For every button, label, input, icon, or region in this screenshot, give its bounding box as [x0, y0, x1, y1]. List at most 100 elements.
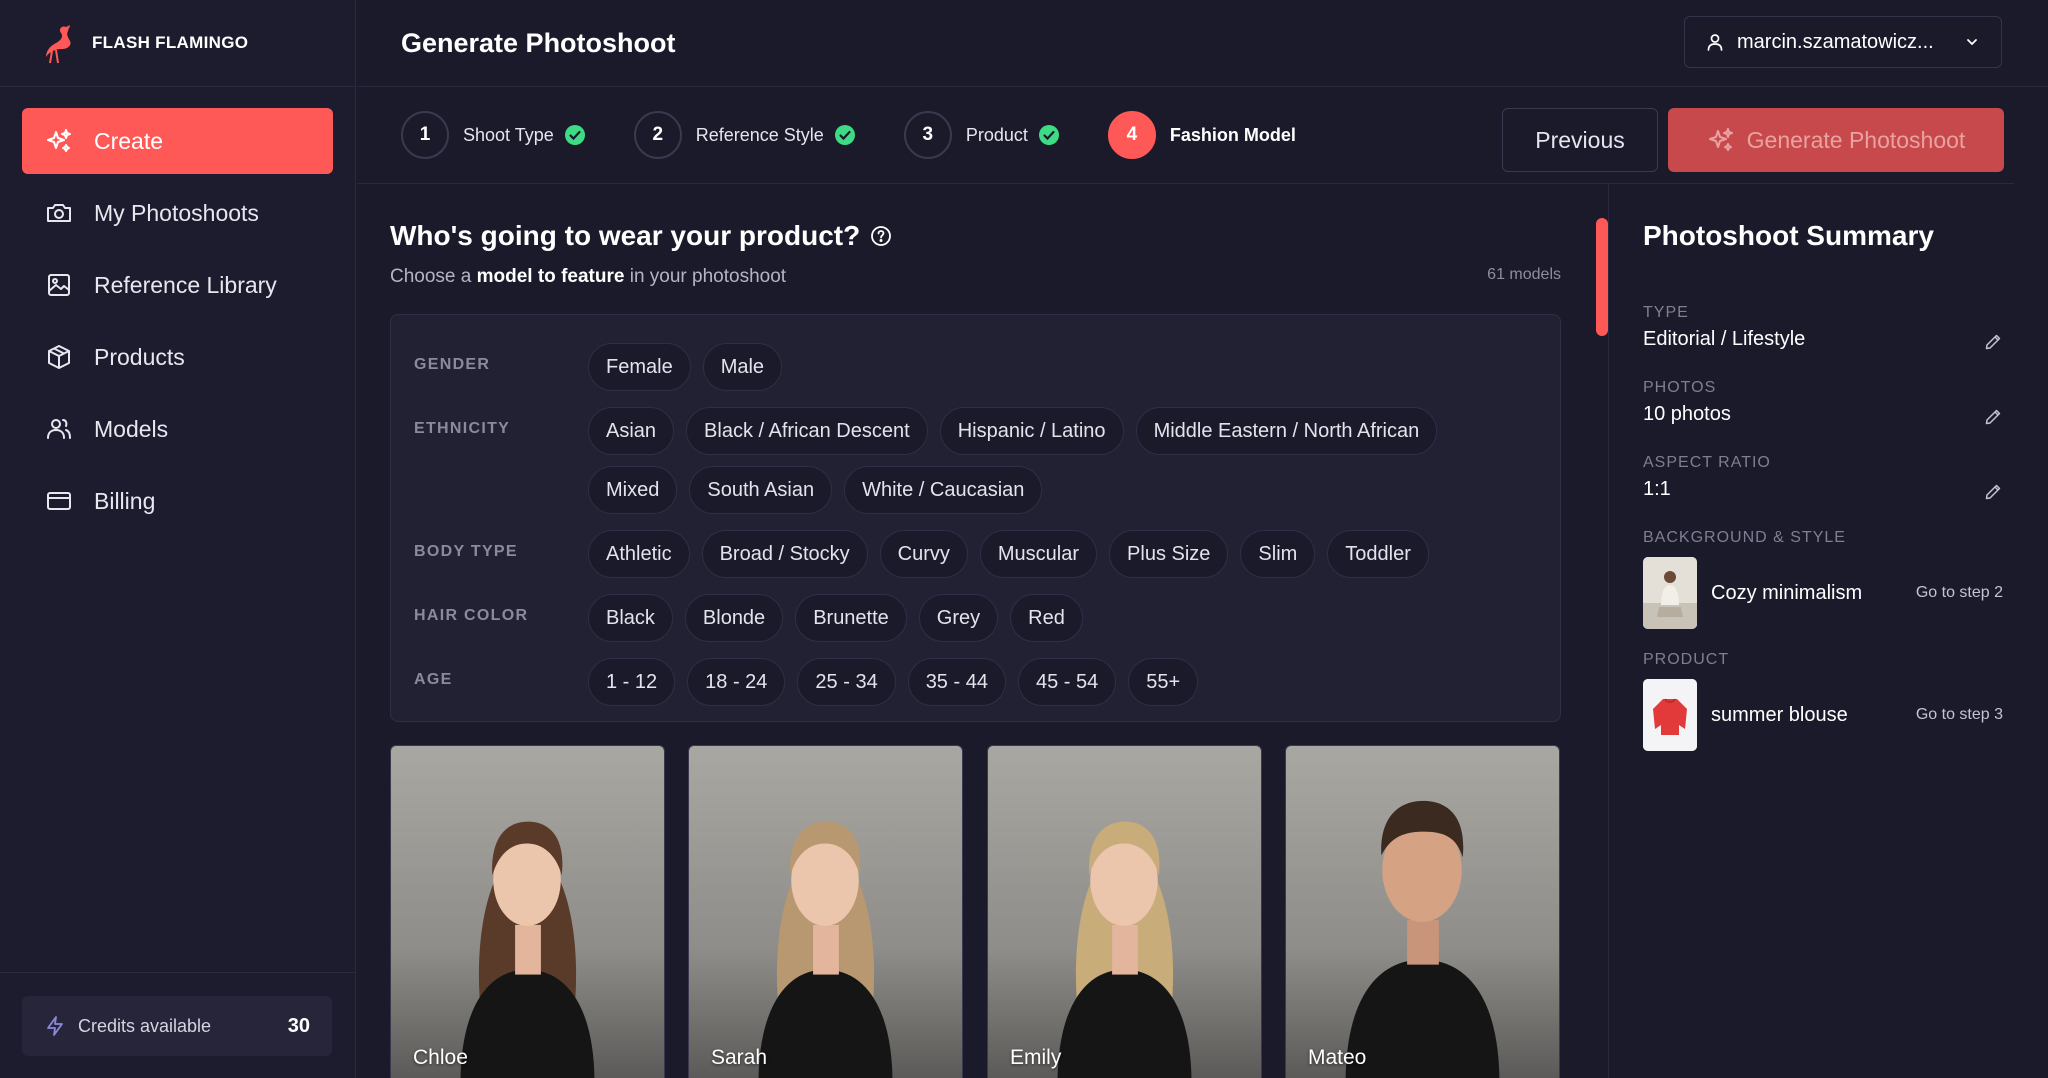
brand[interactable]: FLASH FLAMINGO	[0, 0, 355, 87]
sidebar-item-label: Create	[94, 127, 164, 154]
sidebar-item-create[interactable]: Create	[22, 108, 333, 174]
edit-pencil-icon[interactable]	[1983, 332, 2003, 352]
sidebar-item-label: Billing	[94, 487, 156, 514]
filter-chip[interactable]: Mixed	[588, 466, 678, 514]
filter-chip[interactable]: 35 - 44	[907, 658, 1006, 706]
edit-pencil-icon[interactable]	[1983, 407, 2003, 427]
background-name: Cozy minimalism	[1711, 581, 1863, 604]
image-icon	[44, 270, 74, 300]
sidebar-item-label: Models	[94, 415, 169, 442]
subtitle-emphasis: model to feature	[476, 266, 625, 287]
flamingo-logo-icon	[46, 25, 71, 64]
chip-group: Asian Black / African Descent Hispanic / L…	[588, 407, 1538, 525]
filter-chip[interactable]: Grey	[918, 594, 999, 642]
filter-chip[interactable]: Female	[588, 343, 691, 391]
summary-label: PRODUCT	[1643, 651, 1730, 668]
model-name: Chloe	[413, 1046, 468, 1069]
filter-chip[interactable]: Asian	[588, 407, 675, 455]
lightning-icon	[47, 1016, 63, 1036]
step-label: Reference Style	[695, 124, 824, 145]
filter-chip[interactable]: 45 - 54	[1017, 658, 1117, 706]
model-card[interactable]: Sarah	[688, 745, 963, 1078]
step-product[interactable]: 3 Product	[903, 111, 1060, 159]
filter-chip[interactable]: Black	[588, 594, 673, 642]
step-label: Shoot Type	[463, 124, 554, 145]
summary-label: ASPECT RATIO	[1643, 454, 1771, 471]
sidebar-item-billing[interactable]: Billing	[22, 468, 333, 534]
step-fashion-model[interactable]: 4 Fashion Model	[1107, 111, 1306, 159]
model-name: Mateo	[1308, 1046, 1367, 1069]
filter-chip[interactable]: Male	[702, 343, 783, 391]
filter-chip[interactable]: 1 - 12	[588, 658, 676, 706]
chip-group: Athletic Broad / Stocky Curvy Muscular Plus …	[588, 530, 1538, 589]
top-bar: Generate Photoshoot marcin.szamatowicz..…	[357, 0, 2048, 87]
step-number: 1	[401, 111, 449, 159]
filter-chip[interactable]: White / Caucasian	[844, 466, 1043, 514]
sidebar-item-reference-library[interactable]: Reference Library	[22, 252, 333, 318]
filter-chip[interactable]: Red	[1010, 594, 1083, 642]
credits-count: 30	[287, 1014, 310, 1037]
edit-pencil-icon[interactable]	[1983, 482, 2003, 502]
background-thumbnail-image	[1643, 557, 1697, 629]
help-circle-icon[interactable]	[870, 225, 892, 247]
filter-chip[interactable]: South Asian	[689, 466, 833, 514]
chevron-down-icon	[1967, 39, 1977, 46]
go-to-step-3-link[interactable]: Go to step 3	[1916, 706, 2003, 724]
filter-chip[interactable]: Broad / Stocky	[701, 530, 868, 578]
summary-product: PRODUCT summer blouse Go to step 3	[1643, 651, 2003, 751]
step-label: Product	[965, 124, 1028, 145]
filter-chip[interactable]: Brunette	[795, 594, 907, 642]
filter-chip[interactable]: Plus Size	[1109, 530, 1229, 578]
user-icon	[1707, 34, 1723, 51]
credits-box[interactable]: Credits available 30	[22, 996, 332, 1056]
generate-label: Generate Photoshoot	[1746, 126, 1966, 153]
filter-chip[interactable]: Curvy	[879, 530, 968, 578]
filter-chip[interactable]: Toddler	[1327, 530, 1429, 578]
generate-photoshoot-button[interactable]: Generate Photoshoot	[1668, 108, 2004, 172]
filter-label: BODY TYPE	[414, 543, 518, 560]
sidebar-item-products[interactable]: Products	[22, 324, 333, 390]
model-card[interactable]: Chloe	[390, 745, 665, 1078]
user-menu-button[interactable]: marcin.szamatowicz...	[1684, 16, 2002, 68]
sidebar-item-label: My Photoshoots	[94, 199, 259, 226]
filter-chip[interactable]: 25 - 34	[797, 658, 896, 706]
summary-background: BACKGROUND & STYLE Cozy minimalism Go to…	[1643, 529, 2003, 629]
scrollbar-thumb[interactable]	[1596, 218, 1608, 336]
model-card[interactable]: Emily	[987, 745, 1262, 1078]
filter-chip[interactable]: Middle Eastern / North African	[1135, 407, 1438, 455]
summary-label: PHOTOS	[1643, 379, 1717, 396]
sidebar-item-models[interactable]: Models	[22, 396, 333, 462]
sparkles-icon	[1708, 128, 1733, 151]
filter-chip[interactable]: Slim	[1240, 530, 1316, 578]
product-name: summer blouse	[1711, 703, 1848, 726]
go-to-step-2-link[interactable]: Go to step 2	[1916, 584, 2003, 602]
filters-panel: GENDER Female Male ETHNICITY Asian Black /…	[390, 314, 1561, 722]
summary-type: TYPE Editorial / Lifestyle	[1643, 304, 2003, 351]
subtitle-text: in your photoshoot	[624, 266, 787, 287]
step-shoot-type[interactable]: 1 Shoot Type	[401, 111, 586, 159]
step-label: Fashion Model	[1169, 124, 1296, 145]
model-card[interactable]: Mateo	[1285, 745, 1560, 1078]
sidebar: FLASH FLAMINGO Create My Photoshoots Ref…	[0, 0, 356, 1078]
previous-button[interactable]: Previous	[1502, 108, 1658, 172]
section-title: Who's going to wear your product?	[390, 220, 892, 252]
sidebar-item-my-photoshoots[interactable]: My Photoshoots	[22, 180, 333, 246]
brand-name: FLASH FLAMINGO	[92, 33, 249, 52]
page-title: Generate Photoshoot	[401, 27, 676, 58]
filter-chip[interactable]: Blonde	[684, 594, 784, 642]
filter-chip[interactable]: Muscular	[979, 530, 1098, 578]
filter-chip[interactable]: Hispanic / Latino	[939, 407, 1124, 455]
model-portrait	[1345, 800, 1500, 1078]
summary-background-item: Cozy minimalism Go to step 2	[1643, 557, 2003, 629]
filter-chip[interactable]: 55+	[1128, 658, 1199, 706]
model-portrait	[1057, 821, 1192, 1078]
model-portrait	[758, 821, 893, 1078]
summary-value: Editorial / Lifestyle	[1643, 328, 1806, 350]
model-selection: Who's going to wear your product? Choose…	[390, 184, 1561, 1078]
chip-group: 1 - 12 18 - 24 25 - 34 35 - 44 45 - 54 55+	[588, 658, 1538, 717]
filter-chip[interactable]: 18 - 24	[687, 658, 786, 706]
step-reference-style[interactable]: 2 Reference Style	[633, 111, 856, 159]
filter-chip[interactable]: Athletic	[588, 530, 690, 578]
filter-chip[interactable]: Black / African Descent	[686, 407, 928, 455]
model-name: Sarah	[711, 1046, 768, 1069]
